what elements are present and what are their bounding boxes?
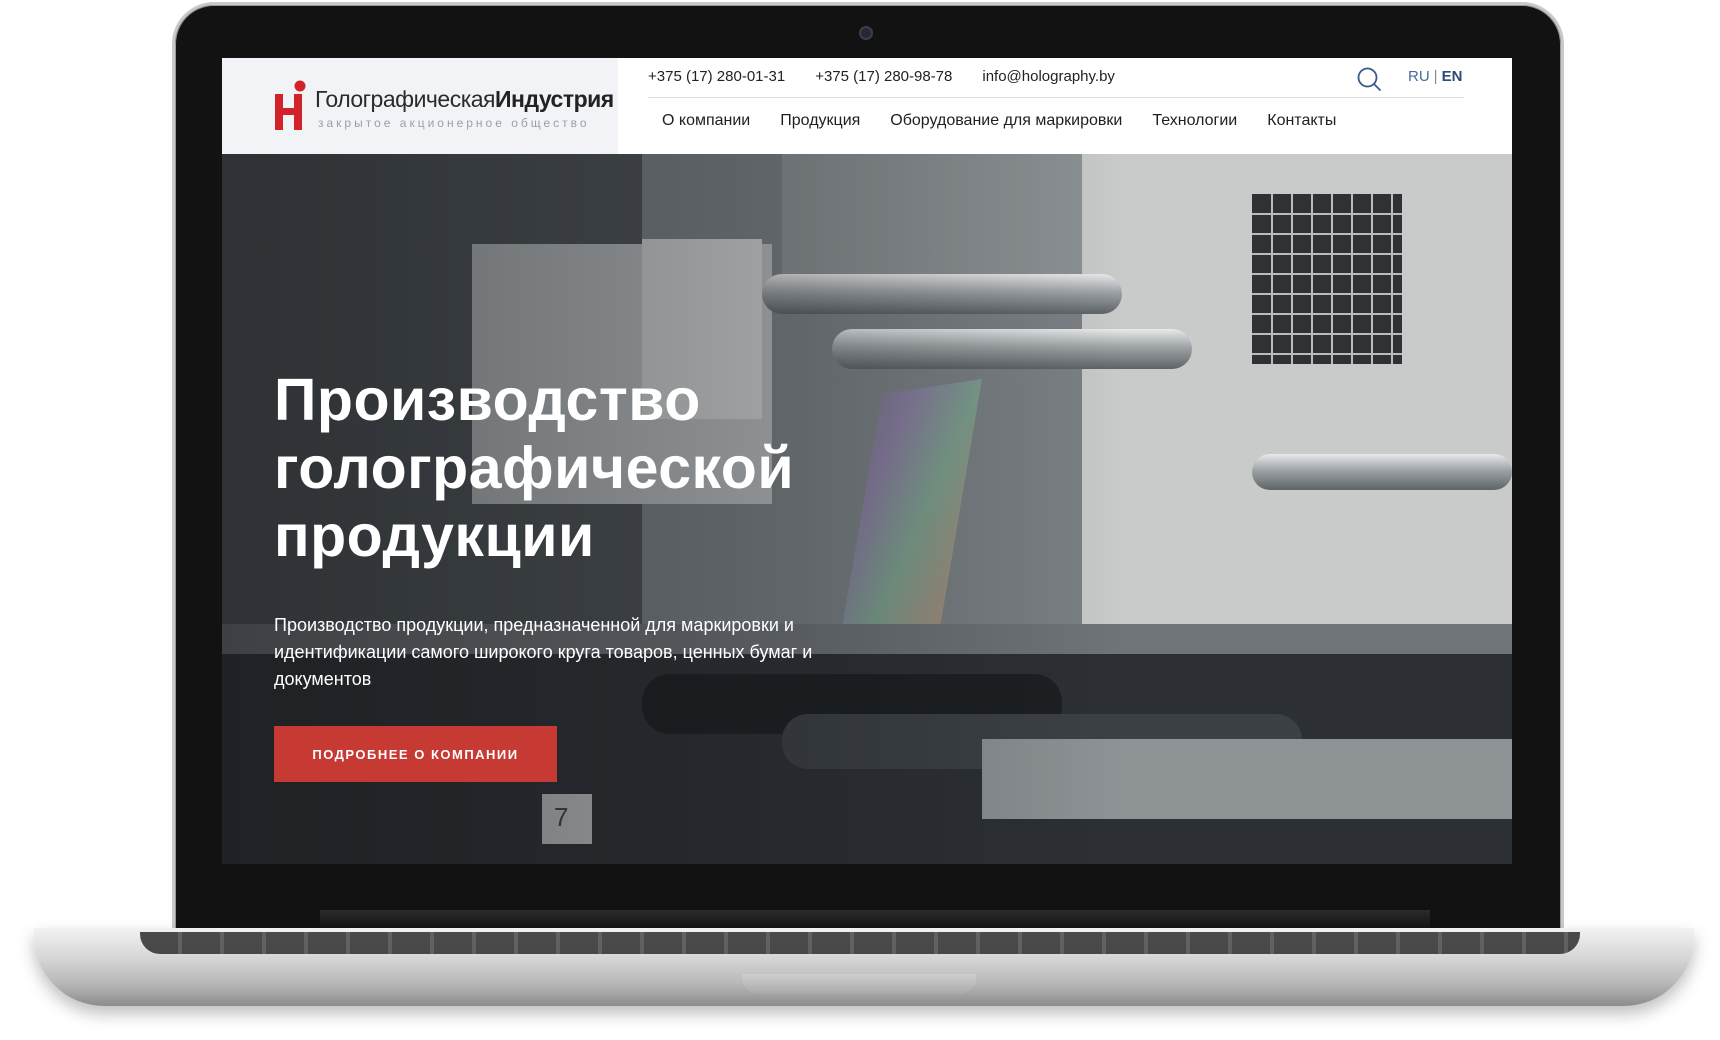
nav-item-products[interactable]: Продукция (780, 112, 860, 130)
nav-item-technologies[interactable]: Технологии (1152, 112, 1237, 130)
main-nav: О компании Продукция Оборудование для ма… (662, 112, 1336, 130)
website-screen: ГолографическаяИндустрия закрытое акцион… (222, 58, 1512, 864)
laptop-frame: ГолографическаяИндустрия закрытое акцион… (0, 0, 1720, 1040)
header-divider (648, 97, 1464, 98)
hero-description: Производство продукции, предназначенной … (274, 615, 813, 689)
laptop-notch (742, 974, 976, 994)
email-link[interactable]: info@holography.by (982, 68, 1115, 92)
search-icon[interactable] (1356, 66, 1382, 92)
nav-item-contacts[interactable]: Контакты (1267, 112, 1336, 130)
logo-name: ГолографическаяИндустрия (315, 86, 614, 113)
lang-en[interactable]: EN (1442, 68, 1463, 85)
header-contacts: +375 (17) 280-01-31 +375 (17) 280-98-78 … (648, 68, 1115, 92)
lang-ru[interactable]: RU (1408, 68, 1430, 85)
phone-link-2[interactable]: +375 (17) 280-98-78 (815, 68, 952, 92)
laptop-keyboard (140, 932, 1580, 954)
logo-mark-icon (275, 80, 306, 130)
nav-item-about[interactable]: О компании (662, 112, 750, 130)
more-about-company-button[interactable]: ПОДРОБНЕЕ О КОМПАНИИ (274, 726, 557, 782)
machine-number: 7 (554, 802, 569, 832)
lang-separator: | (1433, 68, 1438, 85)
logo[interactable]: ГолографическаяИндустрия закрытое акцион… (222, 58, 618, 154)
hero-section: 7 Производство голографической продукции… (222, 154, 1512, 864)
camera-icon (859, 26, 873, 40)
logo-name-bold: Индустрия (495, 86, 614, 112)
logo-name-regular: Голографическая (315, 86, 496, 112)
logo-subtitle: закрытое акционерное общество (318, 116, 590, 130)
nav-item-equipment[interactable]: Оборудование для маркировки (890, 112, 1122, 130)
phone-link-1[interactable]: +375 (17) 280-01-31 (648, 68, 785, 92)
hero-title: Производство голографической продукции (274, 367, 795, 569)
site-header: ГолографическаяИндустрия закрытое акцион… (222, 58, 1512, 154)
language-switcher: RU | EN (1408, 68, 1462, 85)
